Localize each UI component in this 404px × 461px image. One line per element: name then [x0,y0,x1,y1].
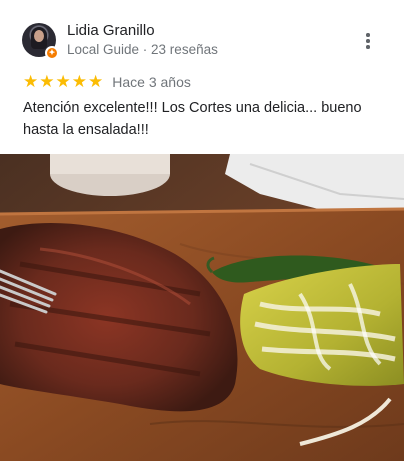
author-name[interactable]: Lidia Granillo [67,22,218,40]
star-icon: ★ [39,72,55,91]
review-text: Atención excelente!!! Los Cortes una del… [23,100,362,138]
local-guide-badge-icon: ✦ [45,46,59,60]
more-vert-icon [366,33,370,37]
star-icon: ★ [55,72,71,91]
food-photo-illustration [0,154,404,461]
review-time: Hace 3 años [112,74,191,90]
star-icon: ★ [71,72,87,91]
review-header: ✦ Lidia Granillo Local Guide · 23 reseña… [22,22,218,60]
avatar-face [34,30,44,42]
author-info: Lidia Granillo Local Guide · 23 reseñas [67,22,218,58]
avatar[interactable]: ✦ [22,23,59,60]
review-card: ✦ Lidia Granillo Local Guide · 23 reseña… [0,0,404,461]
more-vert-dot [366,39,370,43]
more-vert-dot [366,45,370,49]
star-icon: ★ [88,72,104,91]
review-photo[interactable] [0,154,404,461]
rating-row: ★ ★ ★ ★ ★ Hace 3 años [23,73,191,91]
more-options-button[interactable] [359,30,377,52]
author-meta: Local Guide · 23 reseñas [67,42,218,57]
star-icon: ★ [23,72,39,91]
